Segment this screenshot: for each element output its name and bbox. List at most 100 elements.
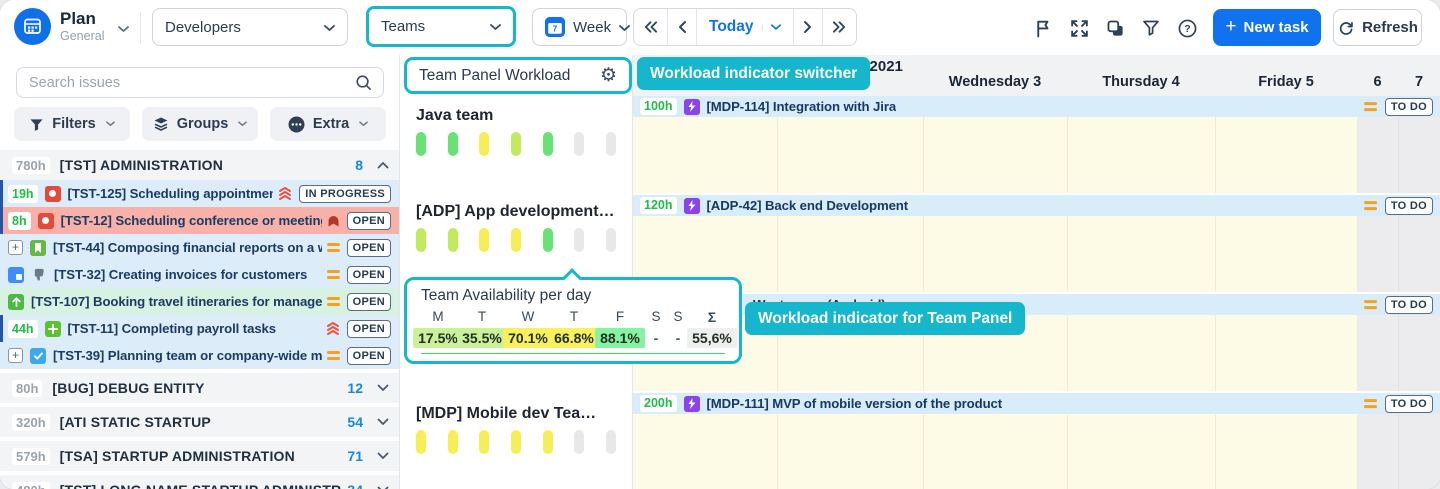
workload-bar[interactable] (606, 132, 616, 156)
workload-bar[interactable] (511, 132, 521, 156)
task-icon (30, 348, 46, 364)
dots-circle-icon (288, 116, 305, 133)
chevron-down-icon[interactable] (377, 452, 389, 460)
new-task-button[interactable]: + New task (1213, 9, 1321, 46)
story-icon (30, 240, 46, 256)
issue-row[interactable]: 8h[TST-12] Scheduling conference or meet… (0, 207, 399, 234)
workload-bar[interactable] (416, 132, 426, 156)
extra-button[interactable]: Extra (270, 107, 386, 141)
group-hours-badge: 579h (12, 448, 50, 465)
availability-column: T66.8% (549, 309, 599, 348)
today-button[interactable]: Today (697, 9, 794, 45)
workload-bar[interactable] (416, 430, 426, 454)
group-title: [ATI STATIC STARTUP (60, 414, 348, 430)
status-badge: OPEN (347, 212, 391, 230)
issue-row[interactable]: +[TST-39] Planning team or company-wide … (0, 342, 399, 369)
workload-bar[interactable] (479, 228, 489, 252)
plan-selector[interactable]: Plan General (14, 8, 129, 45)
availability-value: 55,6% (687, 328, 737, 348)
issue-title: [TST-107] Booking travel itineraries for… (31, 294, 322, 309)
groups-button[interactable]: Groups (142, 107, 258, 141)
filter-funnel-icon[interactable] (1139, 16, 1163, 40)
panel-mode-select[interactable]: Teams (366, 6, 516, 47)
chevron-down-icon[interactable] (377, 384, 389, 392)
group-hours-badge: 80h (12, 380, 42, 397)
status-badge: TO DO (1385, 98, 1433, 116)
group-hours-badge: 480h (12, 482, 50, 489)
chevron-down-icon (118, 20, 129, 38)
resource-select-value: Developers (165, 19, 324, 36)
workload-bar[interactable] (606, 430, 616, 454)
chevron-up-icon[interactable] (377, 161, 389, 169)
workload-bar[interactable] (511, 228, 521, 252)
group-row[interactable]: 80h[BUG] DEBUG ENTITY12 (0, 373, 399, 403)
expand-button[interactable]: + (8, 348, 23, 363)
status-badge: OPEN (347, 320, 391, 338)
team-row[interactable]: Java team (416, 107, 624, 156)
group-row[interactable]: 579h[TSA] STARTUP ADMINISTRATION71 (0, 441, 399, 471)
search-icon[interactable] (354, 73, 373, 92)
plan-title: Plan (60, 10, 104, 28)
task-bar[interactable]: 120h[ADP-42] Back end DevelopmentTO DO (632, 195, 1440, 216)
workload-bar[interactable] (479, 132, 489, 156)
thumb-icon (31, 267, 47, 283)
toolbar-divider (140, 12, 141, 44)
workload-bar[interactable] (416, 228, 426, 252)
fullscreen-icon[interactable] (1067, 16, 1091, 40)
availability-column: T35.5% (457, 309, 507, 348)
workload-bar[interactable] (448, 132, 458, 156)
availability-column: Σ55,6% (687, 309, 737, 348)
team-row[interactable]: [MDP] Mobile dev Tea… (416, 405, 624, 454)
priority-medium-icon (1364, 399, 1377, 409)
workload-bar[interactable] (479, 430, 489, 454)
group-row[interactable]: 320h[ATI STATIC STARTUP54 (0, 407, 399, 437)
filters-button[interactable]: Filters (14, 107, 130, 141)
workload-bar[interactable] (606, 228, 616, 252)
app-window: Plan General Developers Teams 7 Week To (0, 0, 1440, 489)
help-icon[interactable]: ? (1175, 16, 1199, 40)
issue-row[interactable]: [TST-32] Creating invoices for customers… (0, 261, 399, 288)
issue-title: [TST-12] Scheduling conference or meetin… (61, 213, 322, 228)
plan-calendar-icon (14, 8, 51, 45)
zoom-select[interactable]: 7 Week (532, 8, 627, 46)
availability-column: S- (671, 309, 686, 348)
issue-row[interactable]: [TST-107] Booking travel itineraries for… (0, 288, 399, 315)
workload-bar[interactable] (448, 228, 458, 252)
day-label: Friday 5 (1258, 74, 1314, 90)
group-row[interactable]: 780h[TST] ADMINISTRATION8 (0, 150, 399, 180)
status-badge: TO DO (1385, 395, 1433, 413)
issue-row[interactable]: 19h[TST-125] Scheduling appointments for… (0, 180, 399, 207)
flag-icon[interactable] (1031, 16, 1055, 40)
jump-back-button[interactable] (634, 9, 668, 45)
clone-view-icon[interactable] (1103, 16, 1127, 40)
workload-bar[interactable] (574, 430, 584, 454)
screenshot-stage: Plan General Developers Teams 7 Week To (0, 0, 1440, 489)
workload-bar[interactable] (574, 132, 584, 156)
task-bar[interactable]: 200h[MDP-111] MVP of mobile version of t… (632, 393, 1440, 414)
expand-button[interactable]: + (8, 240, 23, 255)
toolbar: Plan General Developers Teams 7 Week To (0, 0, 1440, 55)
chevron-down-icon[interactable] (762, 24, 781, 31)
day-label: Wednesday 3 (949, 74, 1041, 90)
workload-bar[interactable] (511, 430, 521, 454)
workload-bar[interactable] (448, 430, 458, 454)
prev-button[interactable] (668, 9, 697, 45)
workload-bar[interactable] (543, 228, 553, 252)
workload-bar[interactable] (574, 228, 584, 252)
day-label: 6 (1373, 74, 1381, 90)
chevron-down-icon[interactable] (377, 418, 389, 426)
resource-select[interactable]: Developers (152, 8, 348, 46)
issue-row[interactable]: 44h[TST-11] Completing payroll tasksOPEN (0, 315, 399, 342)
next-button[interactable] (794, 9, 823, 45)
group-row[interactable]: 480h[TST] LONG NAME STARTUP ADMINISTR...… (0, 475, 399, 489)
issue-row[interactable]: +[TST-44] Composing financial reports on… (0, 234, 399, 261)
refresh-button[interactable]: Refresh (1333, 9, 1422, 46)
team-row[interactable]: [ADP] App development… (416, 203, 624, 252)
workload-bar[interactable] (543, 430, 553, 454)
gear-icon[interactable]: ⚙ (600, 66, 617, 85)
task-bar[interactable]: 100h[MDP-114] Integration with JiraTO DO (632, 96, 1440, 117)
jump-forward-button[interactable] (823, 9, 856, 45)
status-badge: OPEN (347, 239, 391, 257)
search-input[interactable] (27, 74, 354, 92)
workload-bar[interactable] (543, 132, 553, 156)
